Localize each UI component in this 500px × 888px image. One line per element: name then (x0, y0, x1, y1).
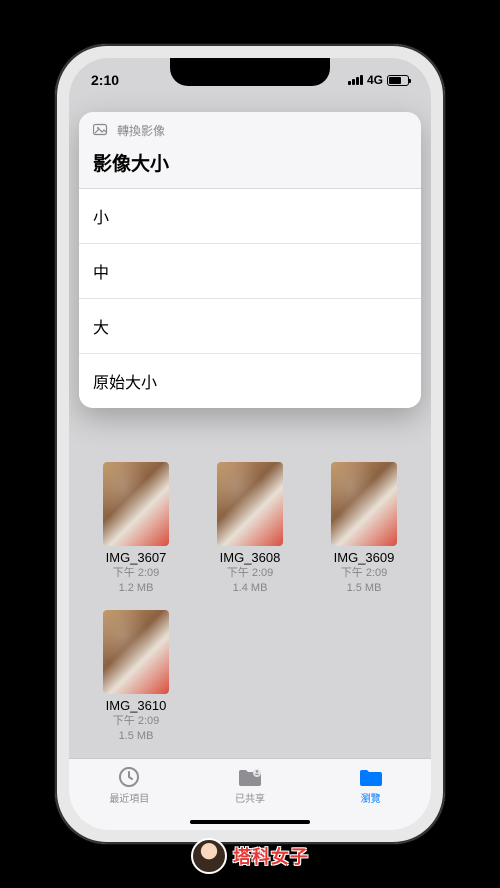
signal-icon (348, 75, 363, 85)
tab-label: 瀏覽 (361, 790, 381, 805)
sheet-title: 影像大小 (79, 143, 421, 189)
image-size-sheet: 轉換影像 影像大小 小 中 大 原始大小 (79, 112, 421, 408)
option-small[interactable]: 小 (79, 189, 421, 244)
option-medium[interactable]: 中 (79, 244, 421, 299)
shared-folder-icon (237, 765, 263, 789)
file-thumbnail (331, 462, 397, 546)
battery-icon (387, 75, 409, 86)
file-name: IMG_3610 (83, 698, 189, 713)
clock-icon (116, 765, 142, 789)
file-item[interactable]: IMG_3610 下午 2:09 1.5 MB (83, 610, 189, 744)
option-large[interactable]: 大 (79, 299, 421, 354)
carrier-label: 4G (367, 73, 383, 87)
file-time: 下午 2:09 (311, 566, 417, 580)
phone-screen: 2:10 4G 轉換影像 影像大小 小 中 大 原始大小 (69, 58, 431, 830)
file-item[interactable]: IMG_3608 下午 2:09 1.4 MB (197, 462, 303, 596)
file-thumbnail (103, 610, 169, 694)
phone-frame: 2:10 4G 轉換影像 影像大小 小 中 大 原始大小 (55, 44, 445, 844)
file-thumbnail (217, 462, 283, 546)
tab-bar: 最近項目 已共享 瀏覽 (69, 758, 431, 830)
brand-avatar-icon (191, 838, 227, 874)
folder-icon (358, 765, 384, 789)
file-grid: IMG_3607 下午 2:09 1.2 MB IMG_3608 下午 2:09… (83, 462, 417, 743)
home-indicator[interactable] (190, 820, 310, 824)
file-name: IMG_3607 (83, 550, 189, 565)
status-time: 2:10 (91, 72, 119, 88)
convert-image-icon (93, 122, 109, 139)
brand-watermark: 塔科女子 (191, 838, 309, 874)
file-size: 1.2 MB (83, 581, 189, 595)
file-size: 1.4 MB (197, 581, 303, 595)
tab-browse[interactable]: 瀏覽 (311, 765, 430, 805)
sheet-header: 轉換影像 (79, 112, 421, 143)
brand-text: 塔科女子 (233, 843, 309, 869)
file-size: 1.5 MB (311, 581, 417, 595)
tab-label: 已共享 (235, 790, 265, 805)
sheet-breadcrumb: 轉換影像 (117, 122, 165, 139)
tab-label: 最近項目 (109, 790, 149, 805)
tab-recents[interactable]: 最近項目 (70, 765, 189, 805)
file-time: 下午 2:09 (83, 566, 189, 580)
status-right: 4G (348, 73, 409, 87)
file-size: 1.5 MB (83, 729, 189, 743)
notch (170, 58, 330, 86)
file-name: IMG_3608 (197, 550, 303, 565)
file-item[interactable]: IMG_3607 下午 2:09 1.2 MB (83, 462, 189, 596)
file-time: 下午 2:09 (83, 714, 189, 728)
tab-shared[interactable]: 已共享 (190, 765, 309, 805)
option-original[interactable]: 原始大小 (79, 354, 421, 408)
file-name: IMG_3609 (311, 550, 417, 565)
file-item[interactable]: IMG_3609 下午 2:09 1.5 MB (311, 462, 417, 596)
file-time: 下午 2:09 (197, 566, 303, 580)
file-thumbnail (103, 462, 169, 546)
